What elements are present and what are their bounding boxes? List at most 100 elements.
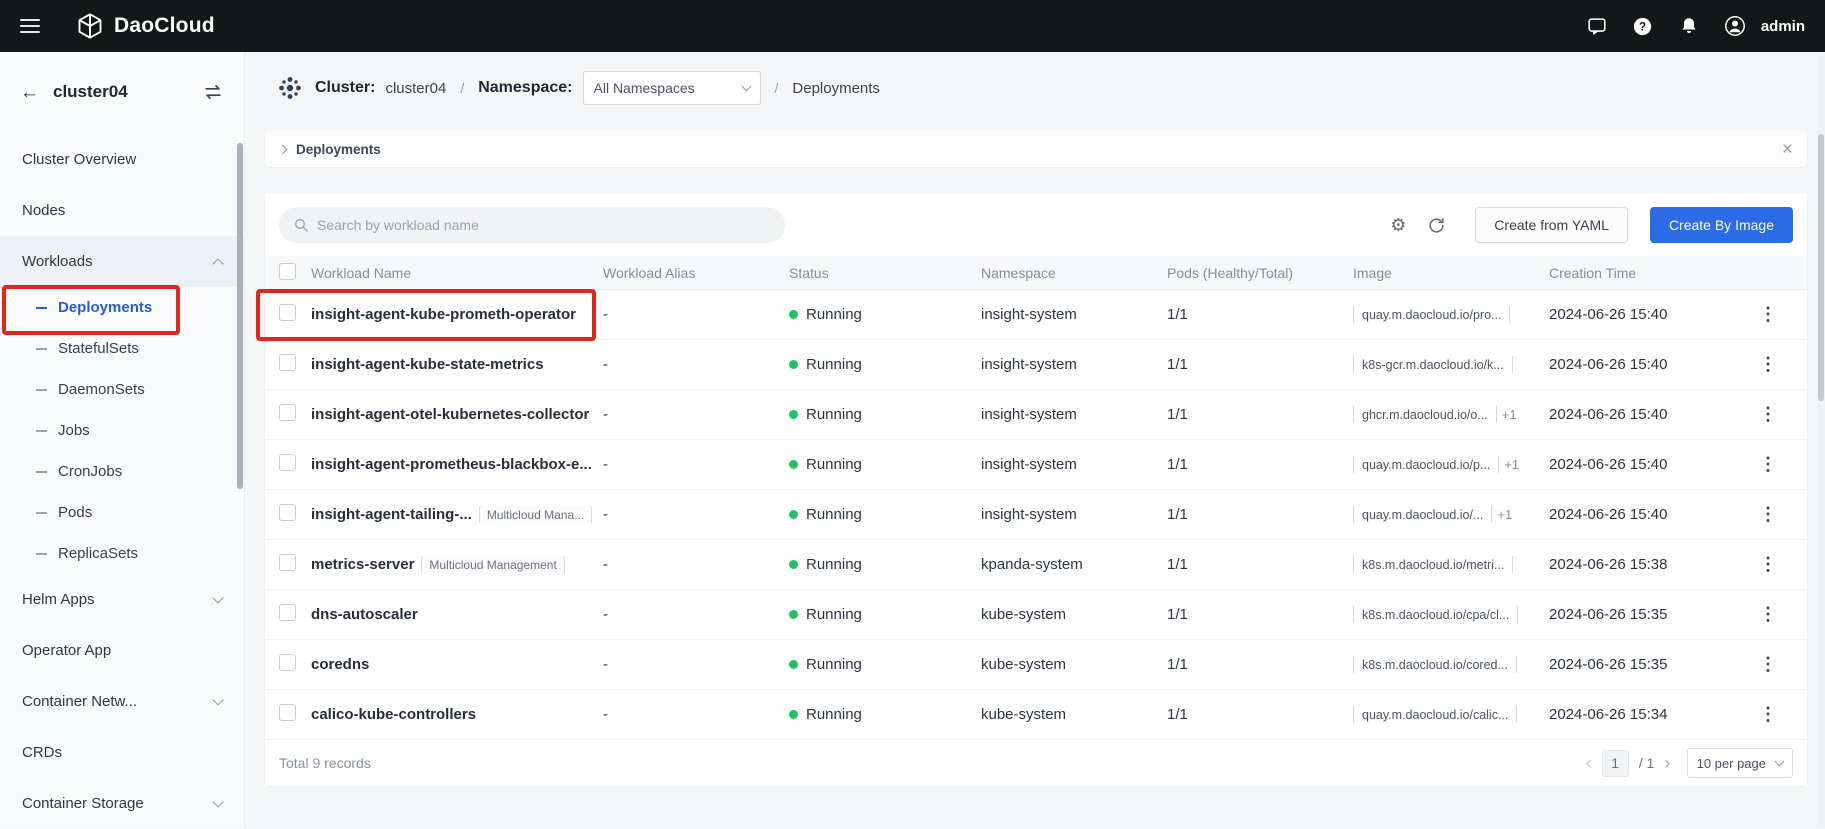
table-row[interactable]: insight-agent-prometheus-blackbox-e... -…	[265, 440, 1807, 490]
sidebar-item-pods[interactable]: Pods	[0, 492, 244, 533]
header-namespace: Namespace	[981, 265, 1167, 281]
status-dot-icon	[789, 510, 798, 519]
brand[interactable]: DaoCloud	[76, 12, 215, 40]
table-row[interactable]: insight-agent-tailing-...Multicloud Mana…	[265, 490, 1807, 540]
hamburger-menu-icon[interactable]	[20, 19, 40, 33]
sidebar-item-cluster-overview[interactable]: Cluster Overview	[0, 134, 244, 185]
workload-name-link[interactable]: metrics-server	[311, 556, 414, 573]
notifications-bell-icon[interactable]	[1677, 14, 1701, 38]
table-row[interactable]: insight-agent-kube-prometh-operator - Ru…	[265, 290, 1807, 340]
sidebar-item-crds[interactable]: CRDs	[0, 727, 244, 778]
table-row[interactable]: coredns - Running kube-system 1/1 k8s.m.…	[265, 640, 1807, 690]
table-row[interactable]: insight-agent-otel-kubernetes-collector …	[265, 390, 1807, 440]
select-all-checkbox[interactable]	[279, 263, 296, 280]
table-row[interactable]: dns-autoscaler - Running kube-system 1/1…	[265, 590, 1807, 640]
status-text: Running	[806, 606, 862, 623]
sidebar-item-workloads[interactable]: Workloads	[0, 236, 244, 287]
search-input[interactable]	[317, 217, 771, 233]
cluster-value[interactable]: cluster04	[385, 80, 446, 97]
status-text: Running	[806, 656, 862, 673]
creation-time: 2024-06-26 15:40	[1549, 506, 1667, 523]
workload-alias: -	[603, 356, 608, 373]
row-checkbox[interactable]	[279, 654, 296, 671]
namespace-selected-value: All Namespaces	[594, 80, 733, 96]
kebab-menu-icon[interactable]: ⋮	[1753, 654, 1783, 675]
workload-name-link[interactable]: calico-kube-controllers	[311, 706, 476, 723]
row-checkbox[interactable]	[279, 704, 296, 721]
workload-name-link[interactable]: coredns	[311, 656, 369, 673]
gear-icon[interactable]: ⚙	[1385, 212, 1411, 238]
kebab-menu-icon[interactable]: ⋮	[1753, 304, 1783, 325]
row-checkbox[interactable]	[279, 504, 296, 521]
kebab-menu-icon[interactable]: ⋮	[1753, 504, 1783, 525]
search-box[interactable]	[279, 207, 785, 243]
workload-name-link[interactable]: insight-agent-tailing-...	[311, 506, 472, 523]
username[interactable]: admin	[1761, 18, 1805, 35]
next-page-icon[interactable]: ›	[1664, 754, 1670, 773]
current-page[interactable]: 1	[1602, 750, 1629, 777]
page-scrollbar[interactable]	[1817, 52, 1825, 828]
creation-time: 2024-06-26 15:35	[1549, 656, 1667, 673]
row-checkbox[interactable]	[279, 604, 296, 621]
kebab-menu-icon[interactable]: ⋮	[1753, 454, 1783, 475]
status-dot-icon	[789, 360, 798, 369]
back-arrow-icon[interactable]: ←	[20, 83, 39, 102]
namespace-select[interactable]: All Namespaces	[583, 71, 761, 105]
namespace-label: Namespace:	[478, 79, 572, 97]
kebab-menu-icon[interactable]: ⋮	[1753, 554, 1783, 575]
messages-icon[interactable]	[1585, 14, 1609, 38]
user-avatar-icon[interactable]	[1723, 14, 1747, 38]
workload-name-link[interactable]: insight-agent-kube-prometh-operator	[311, 306, 576, 323]
workload-alias: -	[603, 506, 608, 523]
switch-cluster-icon[interactable]	[202, 81, 224, 103]
close-icon[interactable]: ×	[1782, 140, 1793, 159]
table-row[interactable]: insight-agent-kube-state-metrics - Runni…	[265, 340, 1807, 390]
kebab-menu-icon[interactable]: ⋮	[1753, 704, 1783, 725]
kebab-menu-icon[interactable]: ⋮	[1753, 604, 1783, 625]
kebab-menu-icon[interactable]: ⋮	[1753, 354, 1783, 375]
per-page-select[interactable]: 10 per page	[1687, 748, 1793, 778]
workload-name-link[interactable]: insight-agent-kube-state-metrics	[311, 356, 544, 373]
pods-count: 1/1	[1167, 506, 1188, 523]
sidebar-item-jobs[interactable]: Jobs	[0, 410, 244, 451]
sidebar-item-deployments[interactable]: Deployments	[0, 287, 244, 328]
create-from-yaml-button[interactable]: Create from YAML	[1475, 207, 1628, 243]
image-extra-count: +1	[1502, 407, 1517, 422]
workload-name-link[interactable]: insight-agent-otel-kubernetes-collector	[311, 406, 589, 423]
breadcrumb-page: Deployments	[792, 80, 880, 97]
status-dot-icon	[789, 410, 798, 419]
row-checkbox[interactable]	[279, 354, 296, 371]
table-row[interactable]: calico-kube-controllers - Running kube-s…	[265, 690, 1807, 740]
row-checkbox[interactable]	[279, 454, 296, 471]
deployments-panel-bar[interactable]: Deployments ×	[265, 131, 1807, 167]
cluster-label: Cluster:	[315, 79, 375, 97]
status-text: Running	[806, 456, 862, 473]
row-checkbox[interactable]	[279, 554, 296, 571]
kebab-menu-icon[interactable]: ⋮	[1753, 404, 1783, 425]
sidebar-item-operator-app[interactable]: Operator App	[0, 625, 244, 676]
sidebar-item-replicasets[interactable]: ReplicaSets	[0, 533, 244, 574]
topbar: DaoCloud ? admin	[0, 0, 1825, 52]
help-icon[interactable]: ?	[1631, 14, 1655, 38]
sidebar-item-container-network[interactable]: Container Netw...	[0, 676, 244, 727]
create-by-image-button[interactable]: Create By Image	[1650, 207, 1793, 243]
table-row[interactable]: metrics-serverMulticloud Management - Ru…	[265, 540, 1807, 590]
sidebar-item-cronjobs[interactable]: CronJobs	[0, 451, 244, 492]
page-scrollbar-thumb[interactable]	[1818, 134, 1824, 401]
sidebar-item-nodes[interactable]: Nodes	[0, 185, 244, 236]
prev-page-icon[interactable]: ‹	[1585, 754, 1591, 773]
sidebar-item-helm-apps[interactable]: Helm Apps	[0, 574, 244, 625]
sidebar-item-container-storage[interactable]: Container Storage	[0, 778, 244, 829]
workload-name-link[interactable]: insight-agent-prometheus-blackbox-e...	[311, 456, 592, 473]
sidebar-item-daemonsets[interactable]: DaemonSets	[0, 369, 244, 410]
row-checkbox[interactable]	[279, 404, 296, 421]
refresh-icon[interactable]	[1423, 212, 1449, 238]
namespace-value: kube-system	[981, 706, 1066, 723]
chevron-down-icon	[212, 796, 223, 807]
chevron-down-icon	[741, 81, 751, 91]
sidebar-item-statefulsets[interactable]: StatefulSets	[0, 328, 244, 369]
sidebar-scrollbar[interactable]	[237, 143, 243, 489]
row-checkbox[interactable]	[279, 304, 296, 321]
image-pill: k8s.m.daocloud.io/cored...	[1353, 656, 1517, 673]
workload-name-link[interactable]: dns-autoscaler	[311, 606, 418, 623]
